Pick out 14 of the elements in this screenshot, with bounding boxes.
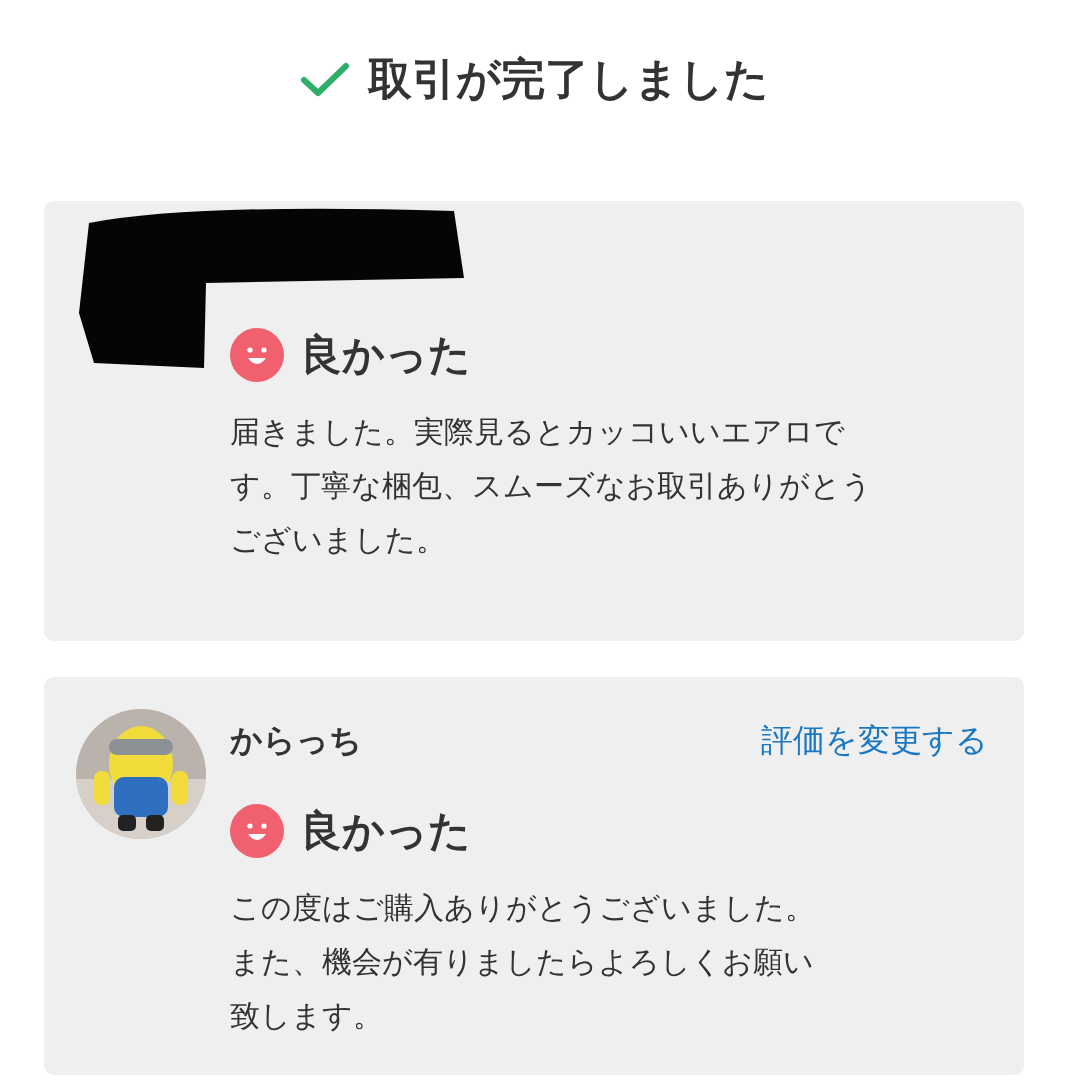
rating-label: 良かった [300,805,471,857]
check-icon [299,61,350,98]
comment-line: また、機会が有りましたらよろしくお願い [230,943,814,981]
user-name: からっち [230,720,362,761]
comment-line: す。丁寧な梱包、スムーズなお取引ありがとう [230,467,872,505]
rating-label: 良かった [300,329,471,381]
comment-line: 届きました。実際見るとカッコいいエアロで [230,413,845,451]
change-rating-link[interactable]: 評価を変更する [761,719,988,763]
comment-line: ございました。 [230,521,446,559]
smile-icon [230,328,284,382]
comment-line: この度はご購入ありがとうございました。 [230,889,815,927]
page-title: 取引が完了しました [367,52,769,106]
smile-icon [230,804,284,858]
comment-line: 致します。 [230,997,383,1035]
